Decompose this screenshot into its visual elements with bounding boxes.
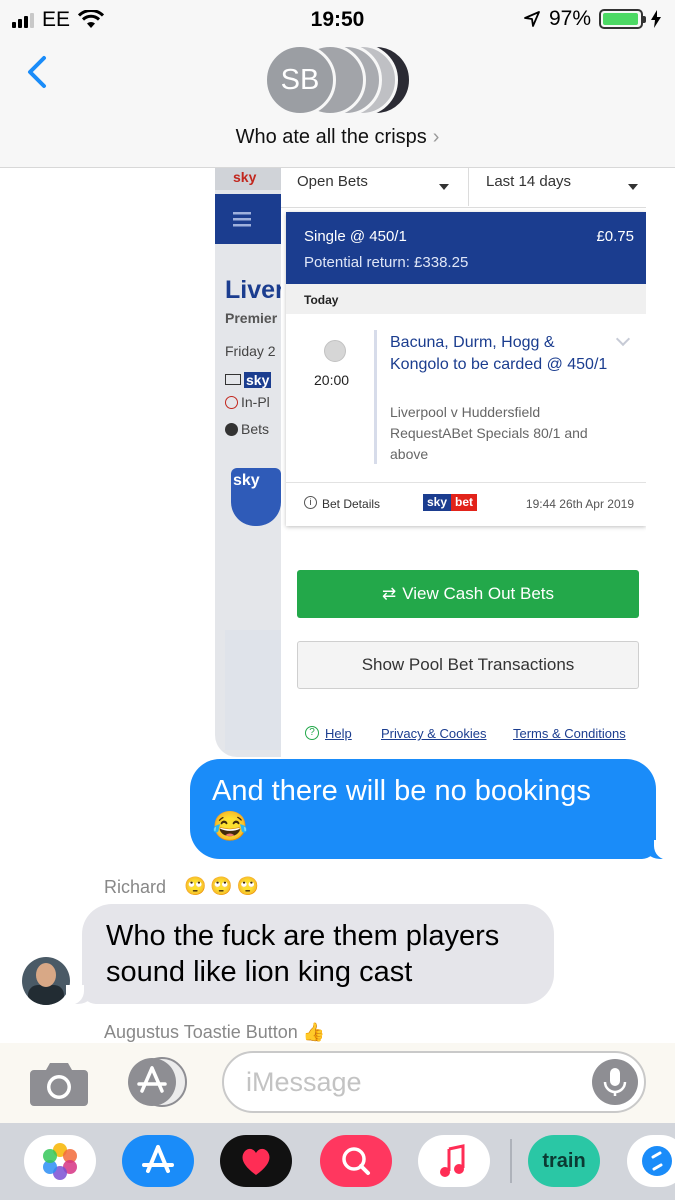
status-bar: EE 19:50 97% <box>0 0 675 40</box>
tv-icon <box>225 374 241 385</box>
digital-touch-icon[interactable] <box>220 1135 292 1187</box>
app-store-icon[interactable] <box>122 1135 194 1187</box>
camera-icon[interactable] <box>30 1060 88 1106</box>
menu-icon <box>233 212 251 227</box>
nav-bar-fragment <box>215 194 281 244</box>
terms-link[interactable]: Terms & Conditions <box>513 726 626 741</box>
message-input-bar: iMessage <box>0 1043 675 1123</box>
input-placeholder: iMessage <box>246 1067 362 1097</box>
open-bets-dropdown[interactable]: Open Bets <box>297 168 449 208</box>
bet-card[interactable]: Single @ 450/1 £0.75 Potential return: £… <box>286 212 646 526</box>
conversation-header: SB Who ate all the crisps › <box>0 40 675 168</box>
next-message-sender: Augustus Toastie Button 👍 <box>104 1022 326 1042</box>
refresh-arrows-icon: ⇄ <box>381 584 397 603</box>
sky-bet-logo: sky bet <box>423 494 478 511</box>
conversation-title-row[interactable]: Who ate all the crisps › <box>0 126 675 149</box>
caret-down-icon <box>628 184 638 190</box>
bet-stake: £0.75 <box>596 228 634 245</box>
view-cash-out-bets-button[interactable]: ⇄ View Cash Out Bets <box>297 570 639 618</box>
sky-logo-fragment: sky <box>233 169 257 185</box>
bet-filters: Open Bets Last 14 days <box>281 168 646 208</box>
period-dropdown[interactable]: Last 14 days <box>486 168 638 208</box>
message-sender-name: Richard <box>104 877 167 897</box>
app-drawer: train <box>0 1123 675 1200</box>
clock-icon <box>225 396 238 409</box>
chevron-right-icon: › <box>432 126 440 148</box>
bet-card-footer: i Bet Details sky bet 19:44 26th Apr 2019 <box>286 482 646 526</box>
trainline-icon[interactable]: train <box>528 1135 600 1187</box>
microphone-icon[interactable] <box>592 1059 638 1105</box>
bet-details-link[interactable]: Bet Details <box>322 497 380 511</box>
sent-message-bubble[interactable]: And there will be no bookings 😂 <box>190 759 672 860</box>
date-fragment: Friday 2 <box>225 343 276 359</box>
app-store-drawer-icon[interactable] <box>126 1057 188 1107</box>
channel-fragment: sky <box>225 372 272 388</box>
bet-event: Liverpool v Huddersfield RequestABet Spe… <box>390 404 588 462</box>
competition-fragment: Premier <box>225 310 278 326</box>
music-icon[interactable] <box>418 1135 490 1187</box>
show-pool-bet-transactions-button[interactable]: Show Pool Bet Transactions <box>297 641 639 689</box>
search-images-icon[interactable] <box>320 1135 392 1187</box>
group-avatars[interactable]: SB <box>264 44 414 120</box>
background-page-fragment: sky Liver Premier Friday 2 sky In-Pl Bet… <box>215 168 285 757</box>
sender-emojis: 🙄🙄🙄 <box>184 876 264 896</box>
bet-timestamp: 19:44 26th Apr 2019 <box>525 497 634 511</box>
battery-percent: 97% <box>548 7 591 30</box>
bets-fragment: Bets <box>225 421 269 437</box>
charging-bolt-icon <box>651 10 661 28</box>
back-chevron-icon[interactable] <box>20 52 60 92</box>
potential-return: Potential return: £338.25 <box>304 254 469 271</box>
help-link[interactable]: Help <box>325 726 352 741</box>
football-icon <box>324 340 346 362</box>
photos-icon[interactable] <box>24 1135 96 1187</box>
shared-screenshot-image[interactable]: sky Liver Premier Friday 2 sky In-Pl Bet… <box>215 168 646 757</box>
help-icon: ? <box>305 726 319 740</box>
bet-type: Single @ 450/1 <box>304 228 407 245</box>
expand-chevron-icon[interactable] <box>615 331 631 347</box>
bet-history-panel: Open Bets Last 14 days Single @ 450/1 £0… <box>281 168 646 757</box>
avatar[interactable] <box>22 957 70 1005</box>
kickoff-time: 20:00 <box>314 372 350 388</box>
received-message-bubble[interactable]: Who the fuck are them players sound like… <box>66 904 554 1005</box>
thumbs-up-emoji: 👍 <box>302 1022 326 1042</box>
day-label: Today <box>286 284 646 314</box>
heading-fragment: Liver <box>225 276 285 304</box>
info-icon: i <box>304 496 317 509</box>
shazam-icon[interactable] <box>627 1135 675 1187</box>
privacy-link[interactable]: Privacy & Cookies <box>381 726 486 741</box>
battery-icon <box>599 9 646 29</box>
avatar-initials: SB <box>264 44 336 116</box>
club-badge: sky <box>231 468 281 526</box>
bet-selection: Bacuna, Durm, Hogg & Kongolo to be carde… <box>390 334 608 373</box>
bet-card-header: Single @ 450/1 £0.75 Potential return: £… <box>286 212 646 284</box>
caret-down-icon <box>439 184 449 190</box>
inplay-fragment: In-Pl <box>225 394 270 410</box>
facebook-icon <box>225 423 238 436</box>
dotted-list-fragment <box>225 630 281 750</box>
location-arrow-icon <box>524 11 540 27</box>
conversation-title: Who ate all the crisps <box>235 126 427 148</box>
imessage-input[interactable]: iMessage <box>222 1051 646 1113</box>
